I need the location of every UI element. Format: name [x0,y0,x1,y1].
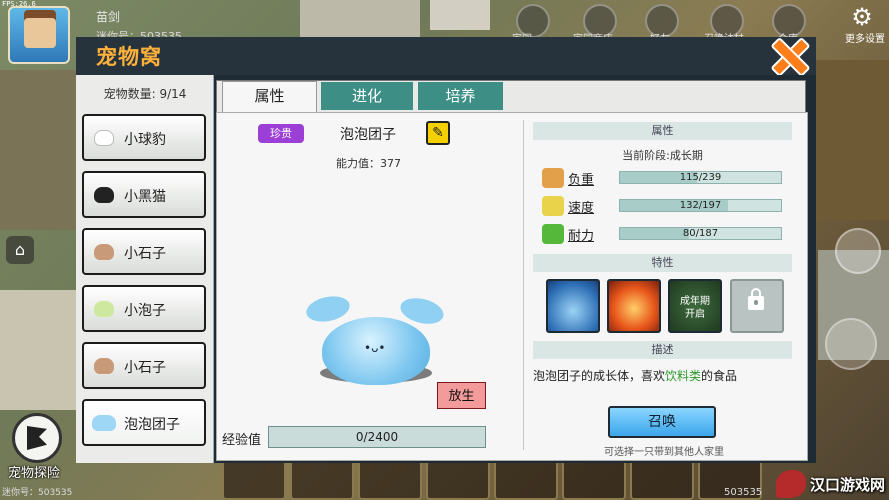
pet-explore-flag-icon[interactable] [12,413,62,463]
trait-fire-icon[interactable] [607,279,661,333]
pet-list-item[interactable]: 小石子 [82,228,206,275]
pig-pet-icon [94,244,114,260]
pet-list-label: 小石子 [124,360,166,376]
hotbar [222,460,762,500]
cloud-pet-icon [94,130,114,146]
hotbar-slot[interactable] [426,460,490,500]
tab-evolve[interactable]: 进化 [321,82,413,110]
release-button[interactable]: 放生 [437,382,486,409]
trait-water-icon[interactable] [546,279,600,333]
stat-value: 115/239 [679,172,722,183]
lock-icon [748,288,764,310]
dialog-header: 宠物窝 [76,37,816,75]
watermark-logo-icon [775,470,806,498]
hotbar-slot[interactable] [494,460,558,500]
pet-list-item[interactable]: 小球豹 [82,114,206,161]
pet-explore-label[interactable]: 宠物探险 [8,462,60,481]
rarity-badge: 珍贵 [258,124,304,143]
bottom-player-id: 迷你号：503535 [2,488,73,498]
pet-name: 泡泡团子 [340,127,396,143]
pet-count: 宠物数量: 9/14 [103,87,187,101]
more-settings-label[interactable]: 更多设置 [845,30,885,45]
stamina-arm-icon [542,224,564,244]
stat-label[interactable]: 负重 [568,169,594,188]
hotbar-slot[interactable] [222,460,286,500]
growth-stage: 当前阶段:成长期 [622,149,703,162]
green-pet-icon [94,301,114,317]
scene-block [815,60,889,220]
action-control-icon[interactable] [825,318,877,370]
hotbar-slot[interactable] [290,460,354,500]
dialog-title: 宠物窝 [96,45,162,69]
jump-control-icon[interactable] [835,228,881,274]
stat-bar: 115/239 [619,171,782,184]
attributes-header: 属性 [533,122,792,140]
description-text: 的食品 [701,369,738,383]
speed-star-icon [542,196,564,216]
summon-hint: 可选择一只带到其他人家里 [604,447,724,458]
panel-divider [523,120,524,450]
stat-bar: 132/197 [619,199,782,212]
tab-attributes[interactable]: 属性 [222,81,317,113]
stat-value: 132/197 [679,200,722,211]
home-icon[interactable]: ⌂ [6,236,34,264]
weight-bag-icon [542,168,564,188]
watermark: 汉口游戏网 [775,470,885,498]
tab-train[interactable]: 培养 [418,82,503,110]
description-text: 泡泡团子的成长体，喜欢 [533,369,666,383]
edit-name-pencil-icon[interactable]: ✎ [426,121,450,145]
hotbar-slot[interactable] [630,460,694,500]
pet-list-item-selected[interactable]: 泡泡团子 [82,399,206,446]
close-icon[interactable] [768,35,808,75]
stat-value: 80/187 [682,228,719,239]
scene-block [0,290,76,410]
hotbar-slot[interactable] [562,460,626,500]
black-cat-icon [94,187,114,203]
stat-label[interactable]: 速度 [568,197,594,216]
player-name: 苗剑 [96,10,121,24]
trait-unlock-text: 成年期 开启 [680,296,710,320]
exp-text: 0/2400 [355,430,399,444]
summon-button[interactable]: 召唤 [608,406,716,438]
pet-ear [303,292,353,326]
bottom-player-id-right: 503535 [724,487,763,498]
pet-list-label: 泡泡团子 [124,417,180,433]
pig-pet-icon [94,358,114,374]
trait-locked-adult[interactable]: 成年期 开启 [668,279,722,333]
pet-list-label: 小球豹 [124,132,166,148]
bubble-pet-icon [92,415,116,431]
pet-face: •ᴗ• [364,341,386,355]
pet-list-label: 小黑猫 [124,189,166,205]
player-avatar[interactable] [8,6,70,64]
pet-list-item[interactable]: 小泡子 [82,285,206,332]
exp-label: 经验值 [222,433,262,448]
gear-icon[interactable]: ⚙ [849,4,875,30]
scene-block [300,0,420,40]
description-header: 描述 [533,341,792,359]
power-value: 能力值：377 [336,157,401,170]
description-highlight: 饮料类 [665,369,702,383]
pet-description: 泡泡团子的成长体，喜欢饮料类的食品 [533,367,795,384]
exp-bar: 0/2400 [268,426,486,448]
pet-3d-model: •ᴗ• [300,292,450,395]
scene-block [430,0,490,30]
stat-label[interactable]: 耐力 [568,225,594,244]
pet-list-item[interactable]: 小黑猫 [82,171,206,218]
pet-list-label: 小石子 [124,246,166,262]
stat-bar: 80/187 [619,227,782,240]
scene-block [0,70,76,230]
hotbar-slot[interactable] [358,460,422,500]
pet-list-sidebar: 宠物数量: 9/14 小球豹 小黑猫 小石子 小泡子 小石子 泡泡团子 [76,75,214,463]
watermark-text: 汉口游戏网 [809,475,885,494]
traits-header: 特性 [533,254,792,272]
pet-list-label: 小泡子 [124,303,166,319]
pet-list-item[interactable]: 小石子 [82,342,206,389]
